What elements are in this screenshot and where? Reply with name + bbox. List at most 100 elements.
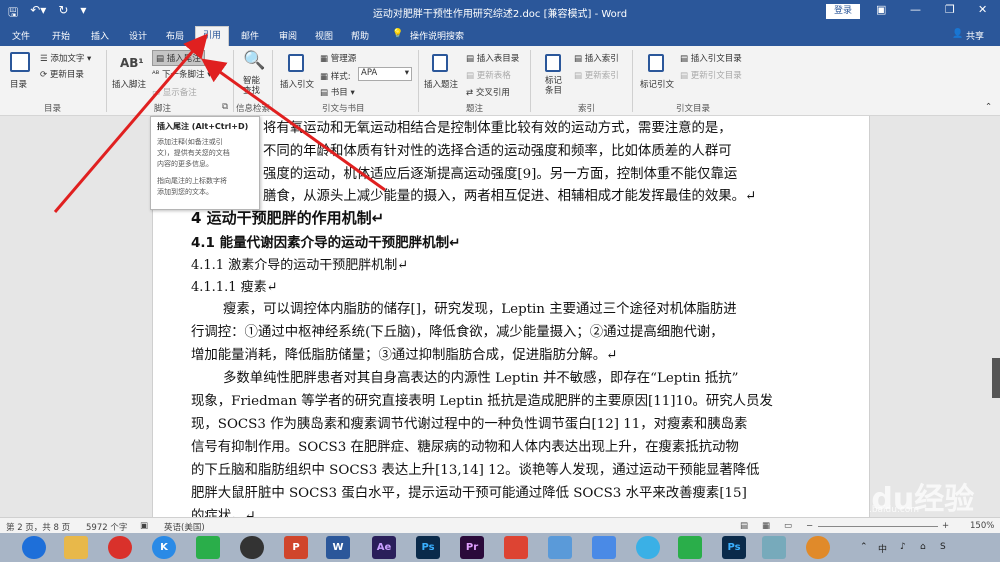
sogou-icon[interactable]: S <box>940 542 946 552</box>
tab-view[interactable]: 视图 <box>315 29 333 42</box>
tab-layout[interactable]: 布局 <box>166 29 184 42</box>
mark-entry-icon[interactable] <box>545 54 561 72</box>
qq-icon[interactable] <box>240 536 264 559</box>
toc-button[interactable]: 目录 <box>10 78 27 90</box>
citation-style-select[interactable]: APA ▾ <box>358 67 412 81</box>
browser-icon[interactable] <box>22 536 46 559</box>
insert-endnote-button[interactable]: ▤ 插入尾注 <box>152 50 205 66</box>
zoom-out-icon[interactable]: − <box>806 521 813 531</box>
share-button[interactable]: 共享 <box>966 29 984 42</box>
insert-table-of-figures-button[interactable]: ▤ 插入表目录 <box>466 52 519 64</box>
insert-table-of-authorities-button[interactable]: ▤ 插入引文目录 <box>680 52 742 64</box>
ribbon-separator <box>272 50 273 112</box>
notes-icon[interactable] <box>762 536 786 559</box>
restore-icon[interactable]: ❐ <box>945 3 955 16</box>
print-layout-icon[interactable]: ▦ <box>762 521 770 531</box>
network-icon[interactable]: ⌂ <box>920 542 926 552</box>
files-icon[interactable] <box>64 536 88 559</box>
wps-icon[interactable] <box>504 536 528 559</box>
tab-file[interactable]: 文件 <box>12 29 30 42</box>
mark-entry-button[interactable]: 标记 条目 <box>545 76 562 96</box>
heading-section-4: 4 运动干预肥胖的作用机制↵ <box>191 209 385 227</box>
smart-lookup-icon[interactable]: 🔍 <box>243 50 265 71</box>
ribbon-separator <box>418 50 419 112</box>
show-notes-icon: ▭ <box>152 88 163 98</box>
insert-caption-button[interactable]: 插入题注 <box>424 78 458 90</box>
chrome-icon[interactable] <box>806 536 830 559</box>
tray-expand-icon[interactable]: ⌃ <box>860 542 868 552</box>
photoshop-alt-icon[interactable]: Ps <box>722 536 746 559</box>
tab-mailings[interactable]: 邮件 <box>241 29 259 42</box>
add-text-button[interactable]: ☰ 添加文字 ▾ <box>40 52 91 64</box>
tab-insert[interactable]: 插入 <box>91 29 109 42</box>
page-count[interactable]: 第 2 页，共 8 页 <box>6 521 70 533</box>
wechat-icon[interactable] <box>196 536 220 559</box>
tell-me-search[interactable]: 操作说明搜索 <box>410 29 464 42</box>
zoom-in-icon[interactable]: + <box>942 521 949 531</box>
language-status[interactable]: 英语(美国) <box>164 521 205 533</box>
update-table-button[interactable]: ▤ 更新表格 <box>466 69 511 81</box>
baidu-netdisk-icon[interactable] <box>636 536 660 559</box>
tab-home[interactable]: 开始 <box>52 29 70 42</box>
collapse-ribbon-icon[interactable]: ⌃ <box>985 102 992 112</box>
manage-sources-button[interactable]: ▦ 管理源 <box>320 52 356 64</box>
update-table-of-authorities-button[interactable]: ▤ 更新引文目录 <box>680 69 742 81</box>
kugou-icon[interactable]: K <box>152 536 176 559</box>
tab-references[interactable]: 引用 <box>195 26 229 46</box>
table-of-contents-icon[interactable] <box>10 52 30 72</box>
close-icon[interactable]: ✕ <box>978 3 987 16</box>
footnote-dialog-launcher-icon[interactable]: ⧉ <box>222 102 228 112</box>
ribbon: 目录 ☰ 添加文字 ▾ ⟳ 更新目录 目录 AB¹ 插入脚注 ▤ 插入尾注 ᴬᴮ… <box>0 46 1000 116</box>
paragraph-line: 肥胖大鼠肝脏中 SOCS3 蛋白水平，提示运动干预可能通过降低 SOCS3 水平… <box>191 486 747 501</box>
bibliography-button[interactable]: ▤ 书目 ▾ <box>320 86 355 98</box>
update-index-button[interactable]: ▤ 更新索引 <box>574 69 619 81</box>
zoom-level[interactable]: 150% <box>970 521 994 531</box>
after-effects-icon[interactable]: Ae <box>372 536 396 559</box>
read-mode-icon[interactable]: ▤ <box>740 521 748 531</box>
cross-reference-button[interactable]: ⇄ 交叉引用 <box>466 86 510 98</box>
zoom-slider[interactable] <box>818 526 938 527</box>
evernote-icon[interactable] <box>678 536 702 559</box>
minimize-icon[interactable]: — <box>910 3 921 16</box>
insert-caption-icon[interactable] <box>432 54 448 72</box>
insert-citation-button[interactable]: 插入引文 <box>280 78 314 90</box>
tooltip-text: 添加注释(如备注或引 文)，提供有关您的文档 内容的更多信息。 指向尾注的上标数… <box>157 138 230 196</box>
show-notes-button[interactable]: ▭ 显示备注 <box>152 86 197 98</box>
ribbon-display-icon[interactable]: ▣ <box>876 3 886 16</box>
update-toc-button[interactable]: ⟳ 更新目录 <box>40 68 84 80</box>
ribbon-separator <box>106 50 107 112</box>
finder-icon[interactable] <box>548 536 572 559</box>
next-footnote-button[interactable]: ᴬᴮ 下一条脚注 ▾ <box>152 68 212 80</box>
insert-citation-icon[interactable] <box>288 54 304 72</box>
premiere-icon[interactable]: Pr <box>460 536 484 559</box>
mark-citation-button[interactable]: 标记引文 <box>640 78 674 90</box>
volume-icon[interactable]: ♪ <box>900 542 906 552</box>
share-icon[interactable]: 👤 <box>952 29 963 39</box>
side-panel-handle[interactable] <box>992 358 1000 398</box>
insert-footnote-button[interactable]: 插入脚注 <box>112 78 146 90</box>
smart-lookup-button[interactable]: 智能 查找 <box>243 76 260 96</box>
photoshop-icon[interactable]: Ps <box>416 536 440 559</box>
powerpoint-icon[interactable]: P <box>284 536 308 559</box>
tab-design[interactable]: 设计 <box>129 29 147 42</box>
word-icon[interactable]: W <box>326 536 350 559</box>
style-icon: ▦ <box>320 72 331 82</box>
group-label-authorities: 引文目录 <box>676 104 711 114</box>
cross-reference-icon: ⇄ <box>466 88 476 98</box>
mark-citation-icon[interactable] <box>648 54 664 72</box>
ribbon-separator <box>233 50 234 112</box>
ime-indicator[interactable]: 中 <box>878 542 887 555</box>
heading-4-1-1: 4.1.1 激素介导的运动干预肥胖机制↵ <box>191 258 409 273</box>
tab-review[interactable]: 审阅 <box>279 29 297 42</box>
tab-help[interactable]: 帮助 <box>351 29 369 42</box>
web-layout-icon[interactable]: ▭ <box>784 521 792 531</box>
lightbulb-icon: 💡 <box>392 29 404 39</box>
feishu-icon[interactable] <box>592 536 616 559</box>
proofing-icon[interactable]: ▣ <box>140 521 148 531</box>
insert-index-button[interactable]: ▤ 插入索引 <box>574 52 619 64</box>
netease-music-icon[interactable] <box>108 536 132 559</box>
baidu-watermark-url: jingyan.baidu.com <box>836 505 920 515</box>
insert-footnote-icon[interactable]: AB¹ <box>120 56 144 70</box>
login-button[interactable]: 登录 <box>826 4 860 19</box>
word-count[interactable]: 5972 个字 <box>86 521 127 533</box>
